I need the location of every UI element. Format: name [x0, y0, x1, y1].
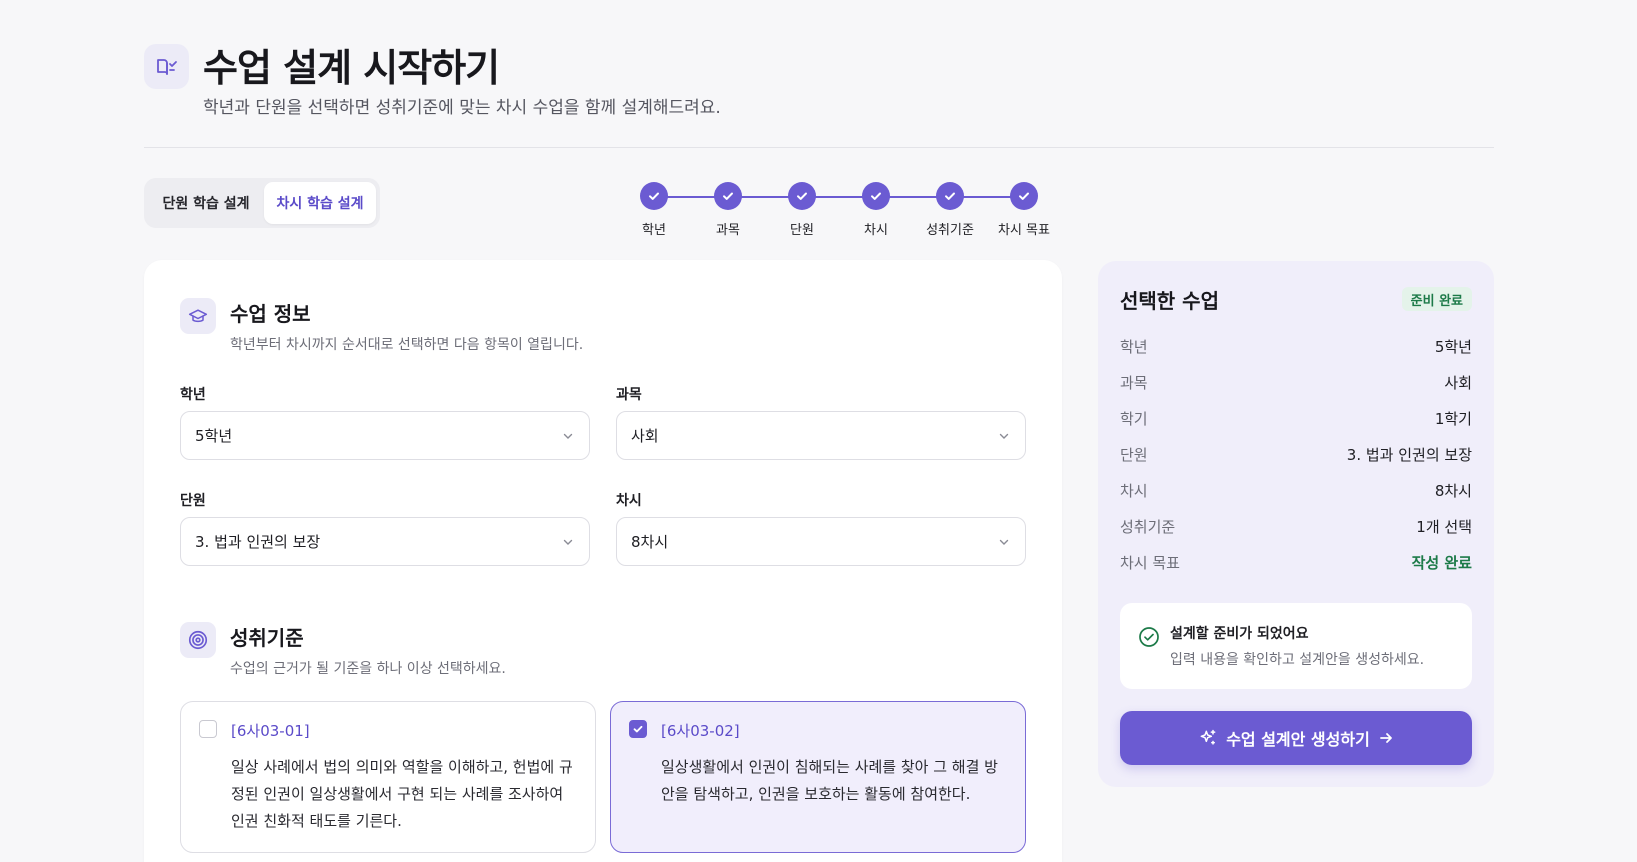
arrow-right-icon: [1379, 733, 1392, 743]
check-icon: [862, 182, 890, 210]
subject-select[interactable]: 사회: [616, 411, 1026, 460]
step-label: 성취기준: [926, 223, 974, 238]
standard-card-6sa03-02[interactable]: [6사03-02] 일상생활에서 인권이 침해되는 사례를 찾아 그 해결 방안…: [610, 701, 1026, 853]
check-circle-icon: [1138, 626, 1160, 648]
tab-period-design[interactable]: 차시 학습 설계: [264, 182, 376, 224]
grade-value: 5학년: [195, 427, 233, 445]
standards-description: 수업의 근거가 될 기준을 하나 이상 선택하세요.: [230, 661, 506, 677]
summary-value: 1학기: [1434, 409, 1472, 428]
summary-value: 사회: [1444, 373, 1472, 392]
step-period[interactable]: 차시: [836, 182, 916, 238]
check-icon: [633, 725, 643, 733]
page-title: 수업 설계 시작하기: [203, 46, 500, 90]
standard-code: [6사03-01]: [231, 722, 310, 740]
chevron-down-icon: [561, 429, 575, 443]
period-label: 차시: [616, 493, 642, 509]
mode-tabs: 단원 학습 설계 차시 학습 설계: [144, 178, 380, 228]
standard-checkbox[interactable]: [629, 720, 647, 738]
chevron-down-icon: [997, 429, 1011, 443]
step-label: 과목: [716, 223, 740, 238]
summary-row-standards: 성취기준 1개 선택: [1120, 514, 1472, 538]
summary-key: 단원: [1120, 445, 1148, 464]
summary-value: 5학년: [1434, 337, 1472, 356]
summary-value: 8차시: [1434, 481, 1472, 500]
lesson-form-card: 수업 정보 학년부터 차시까지 순서대로 선택하면 다음 항목이 열립니다. 학…: [144, 260, 1062, 862]
grade-select[interactable]: 5학년: [180, 411, 590, 460]
step-goal[interactable]: 차시 목표: [984, 182, 1064, 238]
subject-label: 과목: [616, 387, 642, 403]
check-icon: [1010, 182, 1038, 210]
summary-row-period: 차시 8차시: [1120, 478, 1472, 502]
standard-text: 일상 사례에서 법의 의미와 역할을 이해하고, 헌법에 규정된 인권이 일상생…: [231, 758, 573, 830]
summary-key: 차시 목표: [1120, 553, 1180, 572]
summary-value: 작성 완료: [1411, 553, 1472, 572]
standard-code: [6사03-02]: [661, 722, 740, 740]
notice-description: 입력 내용을 확인하고 설계안을 생성하세요.: [1170, 652, 1425, 668]
step-unit[interactable]: 단원: [762, 182, 842, 238]
book-check-icon: [144, 44, 189, 89]
page-subtitle: 학년과 단원을 선택하면 성취기준에 맞는 차시 수업을 함께 설계해드려요.: [203, 98, 721, 118]
summary-key: 학년: [1120, 337, 1148, 356]
standard-checkbox[interactable]: [199, 720, 217, 738]
generate-button-label: 수업 설계안 생성하기: [1226, 730, 1370, 749]
check-icon: [936, 182, 964, 210]
progress-stepper: 학년 과목 단원 차시 성취기준 차시 목표: [630, 182, 1070, 242]
check-icon: [714, 182, 742, 210]
sparkles-icon: [1200, 729, 1216, 745]
step-label: 학년: [642, 223, 666, 238]
unit-label: 단원: [180, 493, 206, 509]
target-icon: [180, 622, 216, 658]
summary-key: 학기: [1120, 409, 1148, 428]
ready-notice: 설계할 준비가 되었어요 입력 내용을 확인하고 설계안을 생성하세요.: [1120, 603, 1472, 689]
subject-value: 사회: [631, 427, 659, 445]
unit-value: 3. 법과 인권의 보장: [195, 533, 321, 551]
grade-label: 학년: [180, 387, 206, 403]
summary-row-subject: 과목 사회: [1120, 370, 1472, 394]
step-subject[interactable]: 과목: [688, 182, 768, 238]
tab-unit-design[interactable]: 단원 학습 설계: [148, 182, 264, 224]
summary-row-goal: 차시 목표 작성 완료: [1120, 550, 1472, 574]
step-label: 단원: [790, 223, 814, 238]
step-label: 차시 목표: [998, 223, 1050, 238]
unit-select[interactable]: 3. 법과 인권의 보장: [180, 517, 590, 566]
check-icon: [788, 182, 816, 210]
summary-row-semester: 학기 1학기: [1120, 406, 1472, 430]
summary-row-unit: 단원 3. 법과 인권의 보장: [1120, 442, 1472, 466]
step-standards[interactable]: 성취기준: [910, 182, 990, 238]
period-select[interactable]: 8차시: [616, 517, 1026, 566]
summary-value: 1개 선택: [1416, 517, 1472, 536]
selected-lesson-summary: 선택한 수업 준비 완료 학년 5학년 과목 사회 학기 1학기 단원 3. 법…: [1098, 261, 1494, 787]
page: 수업 설계 시작하기 학년과 단원을 선택하면 성취기준에 맞는 차시 수업을 …: [0, 0, 1637, 862]
summary-value: 3. 법과 인권의 보장: [1346, 445, 1472, 464]
summary-key: 차시: [1120, 481, 1148, 500]
lesson-info-title: 수업 정보: [230, 302, 311, 326]
summary-key: 과목: [1120, 373, 1148, 392]
summary-title: 선택한 수업: [1120, 289, 1219, 313]
standards-title: 성취기준: [230, 626, 304, 650]
standard-card-6sa03-01[interactable]: [6사03-01] 일상 사례에서 법의 의미와 역할을 이해하고, 헌법에 규…: [180, 701, 596, 853]
graduation-cap-icon: [180, 298, 216, 334]
lesson-info-description: 학년부터 차시까지 순서대로 선택하면 다음 항목이 열립니다.: [230, 337, 584, 353]
notice-title: 설계할 준비가 되었어요: [1170, 626, 1309, 642]
summary-row-grade: 학년 5학년: [1120, 334, 1472, 358]
step-label: 차시: [864, 223, 888, 238]
generate-plan-button[interactable]: 수업 설계안 생성하기: [1120, 711, 1472, 765]
standard-text: 일상생활에서 인권이 침해되는 사례를 찾아 그 해결 방안을 탐색하고, 인권…: [661, 758, 998, 803]
header-divider: [144, 147, 1494, 148]
chevron-down-icon: [561, 535, 575, 549]
chevron-down-icon: [997, 535, 1011, 549]
step-grade[interactable]: 학년: [614, 182, 694, 238]
summary-key: 성취기준: [1120, 517, 1176, 536]
check-icon: [640, 182, 668, 210]
status-badge: 준비 완료: [1401, 287, 1472, 311]
period-value: 8차시: [631, 533, 669, 551]
